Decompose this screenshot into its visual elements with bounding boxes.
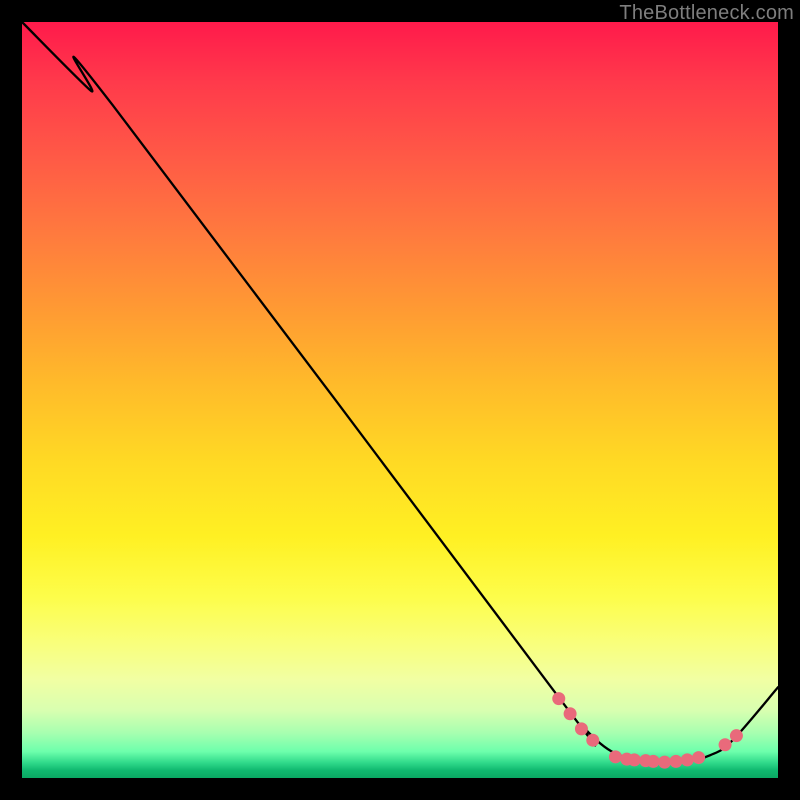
data-point-marker: [669, 755, 682, 768]
watermark-text: TheBottleneck.com: [619, 2, 794, 25]
chart-plot-area: [22, 22, 778, 778]
data-point-marker: [730, 729, 743, 742]
data-point-marker: [681, 753, 694, 766]
data-point-marker: [586, 734, 599, 747]
data-point-marker: [719, 738, 732, 751]
data-point-marker: [564, 707, 577, 720]
chart-stage: TheBottleneck.com: [0, 0, 800, 800]
data-point-marker: [658, 756, 671, 769]
data-point-marker: [575, 722, 588, 735]
data-point-marker: [628, 753, 641, 766]
bottleneck-curve: [22, 22, 778, 762]
chart-svg: [22, 22, 778, 778]
data-markers: [552, 692, 743, 769]
data-point-marker: [692, 751, 705, 764]
data-point-marker: [609, 750, 622, 763]
data-point-marker: [552, 692, 565, 705]
data-point-marker: [647, 755, 660, 768]
